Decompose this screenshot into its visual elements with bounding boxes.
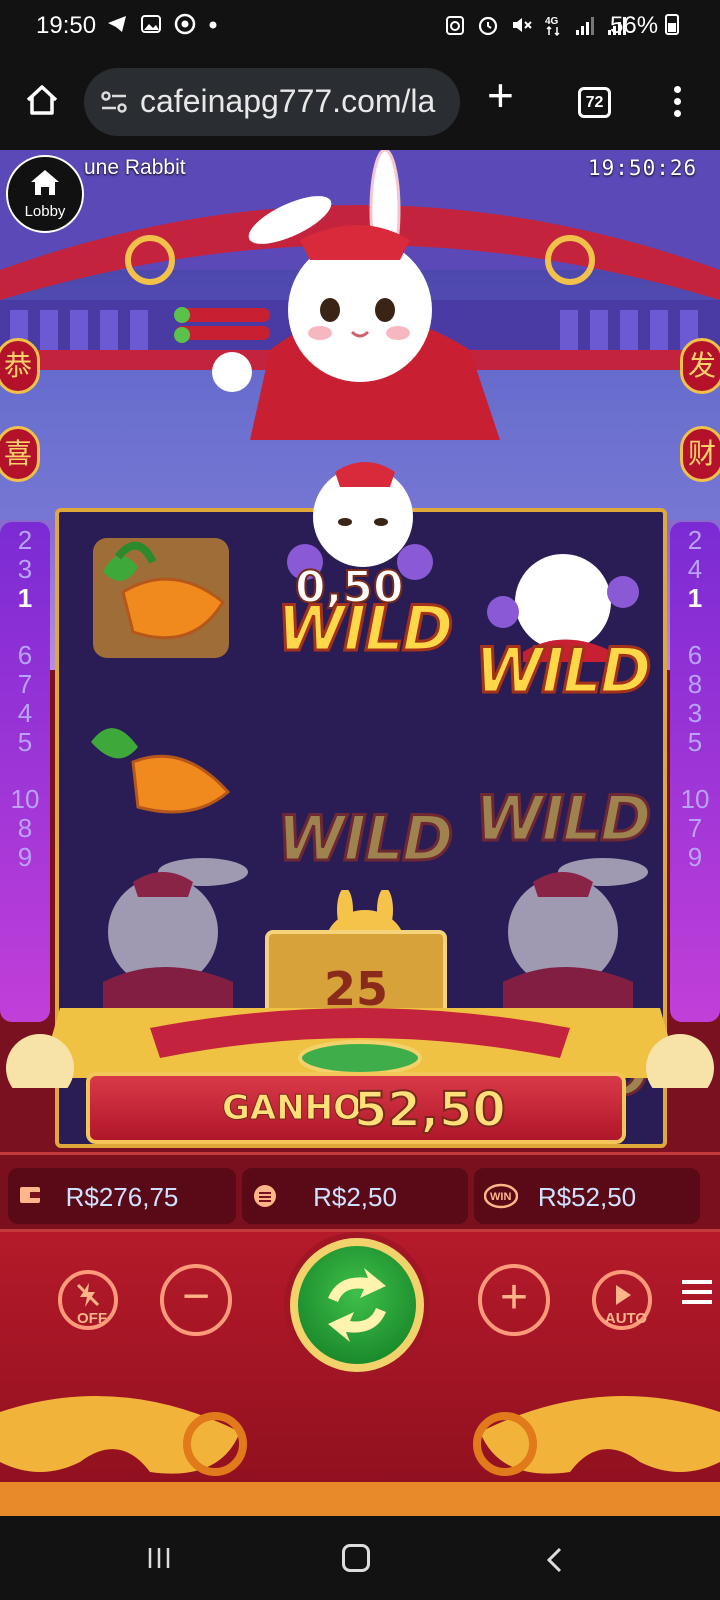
payline-number: 5 [17,727,33,757]
pillar-char-right-bottom: 财 [680,426,720,482]
game-menu-button[interactable] [682,1280,712,1310]
signal-icon [576,17,594,35]
reel-cell: 0,50 WILD [265,442,461,692]
pillar-char-right-top: 发 [680,338,720,394]
play-icon [616,1285,631,1305]
payline-number-active: 1 [17,583,33,613]
browser-menu-button[interactable] [674,86,682,122]
new-tab-button[interactable]: + [487,72,514,118]
home-nav-button[interactable] [342,1544,370,1572]
payline-number: 9 [17,842,33,872]
url-text[interactable]: cafeinapg777.com/la [140,83,435,120]
wild-label: WILD [275,591,454,667]
win-value: 52,50 [353,1081,507,1139]
browser-toolbar: cafeinapg777.com/la + 72 [0,52,720,150]
system-nav-bar [0,1516,720,1600]
game-title: une Rabbit [84,156,186,179]
payline-number: 6 [17,640,33,670]
increase-bet-button[interactable]: + [478,1264,550,1336]
balance-pill: R$276,75 [8,1168,236,1224]
site-settings-icon[interactable] [100,90,128,114]
home-icon[interactable] [22,80,62,120]
win-pill: WIN R$52,50 [474,1168,700,1224]
pillar-char-left-bottom: 喜 [0,426,40,482]
payline-number: 3 [687,698,703,728]
lobby-button[interactable]: Lobby [6,155,84,233]
payline-number-active: 1 [687,583,703,613]
payline-number: 2 [17,525,33,555]
lightning-off-icon [76,1283,100,1307]
status-bar: 19:50 4G 56% [0,0,720,52]
payline-number: 7 [687,813,703,843]
turbo-label: OFF [77,1310,107,1327]
battery-level: 56% [610,12,679,40]
address-bar[interactable]: cafeinapg777.com/la [84,68,460,136]
lobby-label: Lobby [24,203,66,220]
tab-switcher-button[interactable]: 72 [578,87,611,118]
bet-value: R$2,50 [313,1182,397,1212]
status-time: 19:50 [36,12,97,39]
payline-number: 8 [17,813,33,843]
battery-icon [664,14,679,35]
reel-cell [63,522,259,680]
payline-number: 6 [687,640,703,670]
info-bar: R$276,75 R$2,50 WIN R$52,50 [0,1152,720,1232]
control-panel: OFF − + AUTO [0,1232,720,1516]
payline-indicators-right: 2 4 1 6 8 3 5 10 7 9 [670,522,720,1022]
telegram-icon [108,16,126,32]
mute-icon [513,18,532,32]
game-clock: 19:50:26 [588,156,698,180]
recent-apps-icon[interactable] [146,1546,172,1570]
payline-number: 10 [10,784,40,814]
status-right-icons: 4G [444,13,628,37]
payline-number: 2 [687,525,703,555]
chrome-icon [174,13,196,35]
payline-number: 5 [687,727,703,757]
cloud-ornament-left [0,1396,360,1516]
autoplay-button[interactable]: AUTO [592,1270,652,1330]
payline-number: 4 [687,554,703,584]
payline-number: 9 [687,842,703,872]
battery-text: 56% [610,12,659,39]
payline-number: 4 [17,698,33,728]
wild-label: WILD [275,801,454,877]
payline-number: 3 [17,554,33,584]
back-icon[interactable] [544,1546,564,1574]
4g-icon: 4G [545,16,560,37]
reel-cell: WILD [265,712,461,877]
bet-pill[interactable]: R$2,50 [242,1168,468,1224]
svg-text:4G: 4G [545,16,559,27]
cloud-ornament-right [360,1396,720,1516]
status-left-icons [106,13,218,35]
wild-label: WILD [473,633,652,709]
autoplay-label: AUTO [604,1310,648,1327]
win-label: GANHO [221,1088,363,1129]
decrease-bet-button[interactable]: − [160,1264,232,1336]
home-icon [31,170,59,195]
payline-indicators-left: 2 3 1 6 7 4 5 10 8 9 [0,522,50,1022]
payline-number: 7 [17,669,33,699]
turbo-toggle[interactable]: OFF [58,1270,118,1330]
reel-cell: WILD [463,542,659,712]
wild-rabbit-icon [503,858,648,1022]
win-banner: GANHO 52,50 [86,1072,626,1144]
alarm-icon [478,16,498,36]
balance-value: R$276,75 [65,1182,179,1212]
win-amount-value: R$52,50 [537,1182,637,1212]
sync-icon [446,16,464,35]
wild-rabbit-icon [103,858,248,1022]
reel-cell [63,692,259,850]
gallery-icon [141,15,161,33]
dot-icon [209,21,217,29]
carrot-icon [91,728,231,814]
spin-button[interactable] [290,1238,424,1372]
game-canvas[interactable]: Lobby une Rabbit 19:50:26 恭 喜 发 财 2 3 1 … [0,150,720,1516]
payline-number: 8 [687,669,703,699]
pillar-char-left-top: 恭 [0,338,40,394]
carrot-icon [93,538,229,658]
payline-number: 10 [680,784,710,814]
spin-arrows-icon [328,1268,386,1342]
